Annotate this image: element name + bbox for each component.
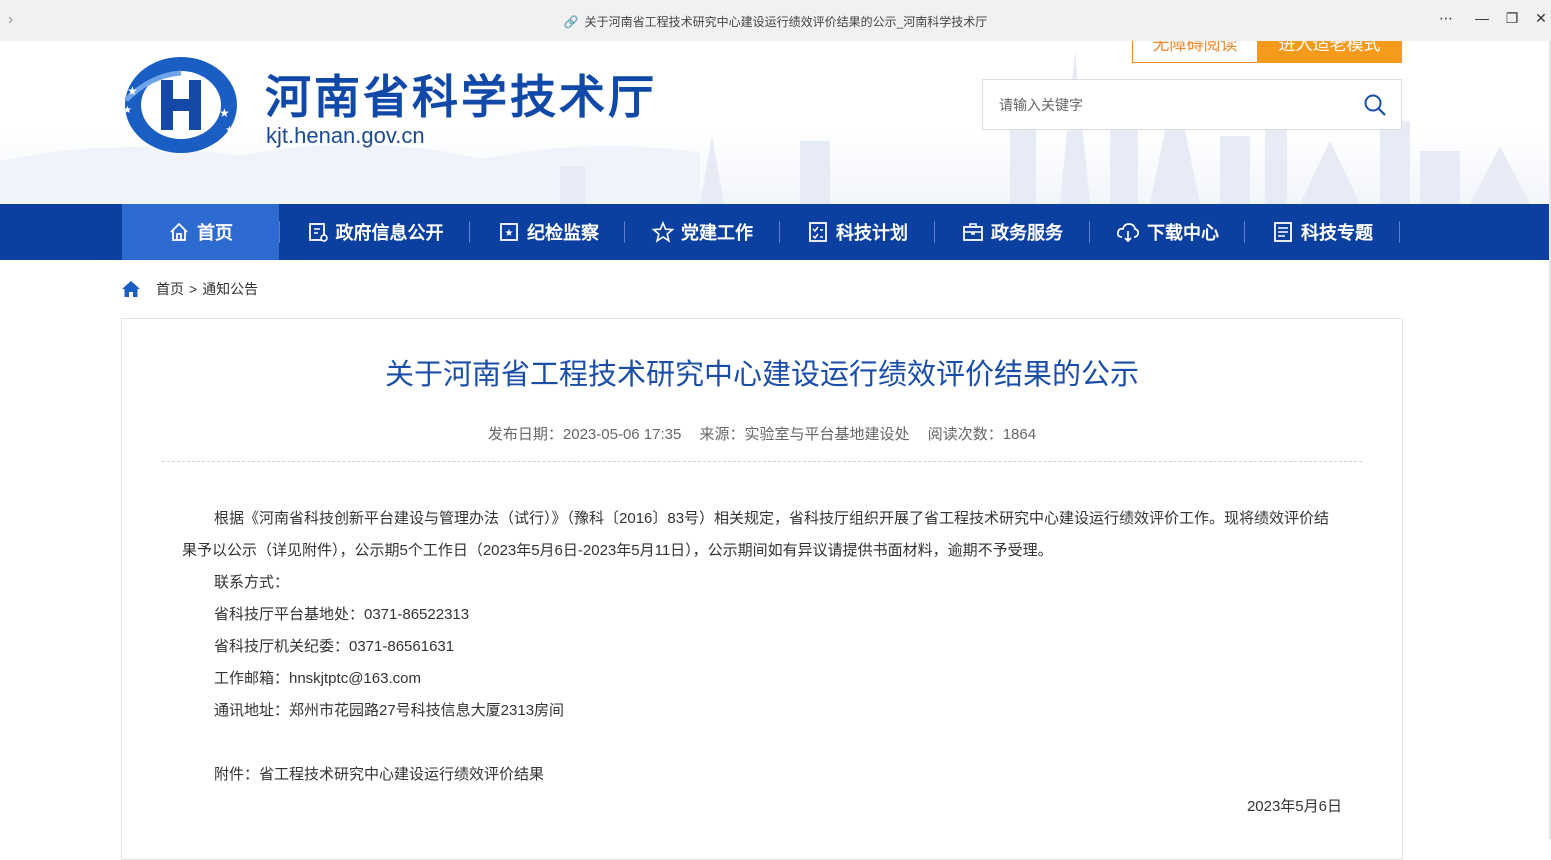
site-name: 河南省科学技术厅 (265, 70, 657, 124)
view-count: 阅读次数：1864 (927, 426, 1037, 443)
site-url: kjt.henan.gov.cn (266, 123, 425, 148)
document-icon (1274, 222, 1292, 242)
home-icon (170, 222, 188, 241)
briefcase-icon (963, 223, 983, 241)
elder-mode-button[interactable]: 进入适老模式 (1257, 41, 1402, 63)
breadcrumb-current[interactable]: 通知公告 (202, 279, 258, 299)
contact-address: 通讯地址：郑州市花园路27号科技信息大厦2313房间 (214, 702, 565, 719)
nav-item-download[interactable]: 下载中心 (1090, 204, 1245, 260)
nav-item-gov-service[interactable]: 政务服务 (935, 204, 1090, 260)
meta-divider (162, 461, 1362, 462)
close-icon[interactable]: ✕ (1531, 10, 1551, 27)
minimize-icon[interactable]: — (1472, 10, 1492, 26)
search-box (982, 79, 1402, 130)
contact-discipline: 省科技厅机关纪委：0371-86561631 (214, 638, 455, 655)
home-icon[interactable] (121, 280, 141, 298)
henan-kjt-logo: ★ ★ ★ ★ (123, 57, 237, 153)
article-body: 根据《河南省科技创新平台建设与管理办法（试行）》（豫科〔2016〕83号）相关规… (182, 503, 1342, 823)
cloud-download-icon (1116, 223, 1140, 243)
breadcrumb-home[interactable]: 首页 (156, 279, 184, 299)
nav-divider (1399, 221, 1400, 243)
tab-title-text: 关于河南省工程技术研究中心建设运行绩效评价结果的公示_河南科学技术厅 (584, 15, 988, 29)
nav-label: 党建工作 (681, 223, 753, 244)
nav-item-home[interactable]: 首页 (122, 204, 279, 260)
restore-icon[interactable]: ❐ (1502, 10, 1522, 27)
svg-text:★: ★ (127, 84, 138, 98)
link-icon: 🔗 (563, 15, 579, 29)
article-title: 关于河南省工程技术研究中心建设运行绩效评价结果的公示 (384, 359, 1139, 391)
browser-title-bar: › 🔗 关于河南省工程技术研究中心建设运行绩效评价结果的公示_河南科学技术厅 ⋯ … (0, 0, 1551, 42)
article-panel: 关于河南省工程技术研究中心建设运行绩效评价结果的公示 发布日期：2023-05-… (121, 318, 1403, 860)
svg-text:★: ★ (219, 106, 230, 120)
article-meta: 发布日期：2023-05-06 17:35 来源：实验室与平台基地建设处 阅读次… (122, 423, 1402, 444)
star-icon (652, 221, 674, 243)
nav-label: 下载中心 (1147, 223, 1219, 244)
contact-email: 工作邮箱：hnskjtptc@163.com (214, 670, 421, 687)
search-icon[interactable] (1363, 93, 1387, 117)
inspection-icon: ★ (500, 223, 518, 241)
svg-text:★: ★ (123, 105, 132, 116)
nav-label: 政务服务 (991, 223, 1063, 244)
nav-item-inspection[interactable]: ★ 纪检监察 (470, 204, 627, 260)
nav-label: 纪检监察 (527, 223, 599, 244)
breadcrumb-separator: > (189, 281, 198, 297)
nav-label: 政府信息公开 (335, 223, 444, 244)
nav-item-topics[interactable]: 科技专题 (1245, 204, 1400, 260)
nav-label: 科技专题 (1301, 223, 1373, 244)
publish-date: 发布日期：2023-05-06 17:35 (487, 426, 682, 443)
contact-heading: 联系方式： (214, 574, 290, 591)
nav-label: 首页 (197, 223, 233, 244)
article-source: 来源：实验室与平台基地建设处 (699, 426, 910, 443)
tab-title: 🔗 关于河南省工程技术研究中心建设运行绩效评价结果的公示_河南科学技术厅 (0, 13, 1551, 30)
accessible-reading-button[interactable]: 无障碍阅读 (1132, 41, 1258, 63)
nav-item-gov-info[interactable]: 政府信息公开 (280, 204, 470, 260)
info-disclosure-icon (308, 223, 328, 242)
more-menu-icon[interactable]: ⋯ (1436, 10, 1456, 27)
main-nav: 首页 政府信息公开 ★ 纪检监察 党建工作 科技计划 政务服务 下载中心 科技专… (0, 204, 1549, 260)
nav-label: 科技计划 (836, 223, 908, 244)
svg-text:★: ★ (505, 228, 514, 239)
search-input[interactable] (997, 92, 1341, 118)
svg-text:★: ★ (225, 125, 234, 136)
nav-item-sci-plan[interactable]: 科技计划 (780, 204, 935, 260)
sign-date: 2023年5月6日 (1246, 798, 1342, 815)
attachment-link[interactable]: 附件：省工程技术研究中心建设运行绩效评价结果 (182, 759, 1342, 791)
nav-item-party[interactable]: 党建工作 (625, 204, 780, 260)
site-header: ★ ★ ★ ★ 河南省科学技术厅 kjt.henan.gov.cn 无障碍阅读 … (0, 41, 1549, 204)
article-paragraph: 根据《河南省科技创新平台建设与管理办法（试行）》（豫科〔2016〕83号）相关规… (182, 510, 1330, 559)
checklist-icon (809, 222, 827, 242)
breadcrumb: 首页 > 通知公告 (121, 278, 258, 300)
contact-platform: 省科技厅平台基地处：0371-86522313 (214, 606, 470, 623)
